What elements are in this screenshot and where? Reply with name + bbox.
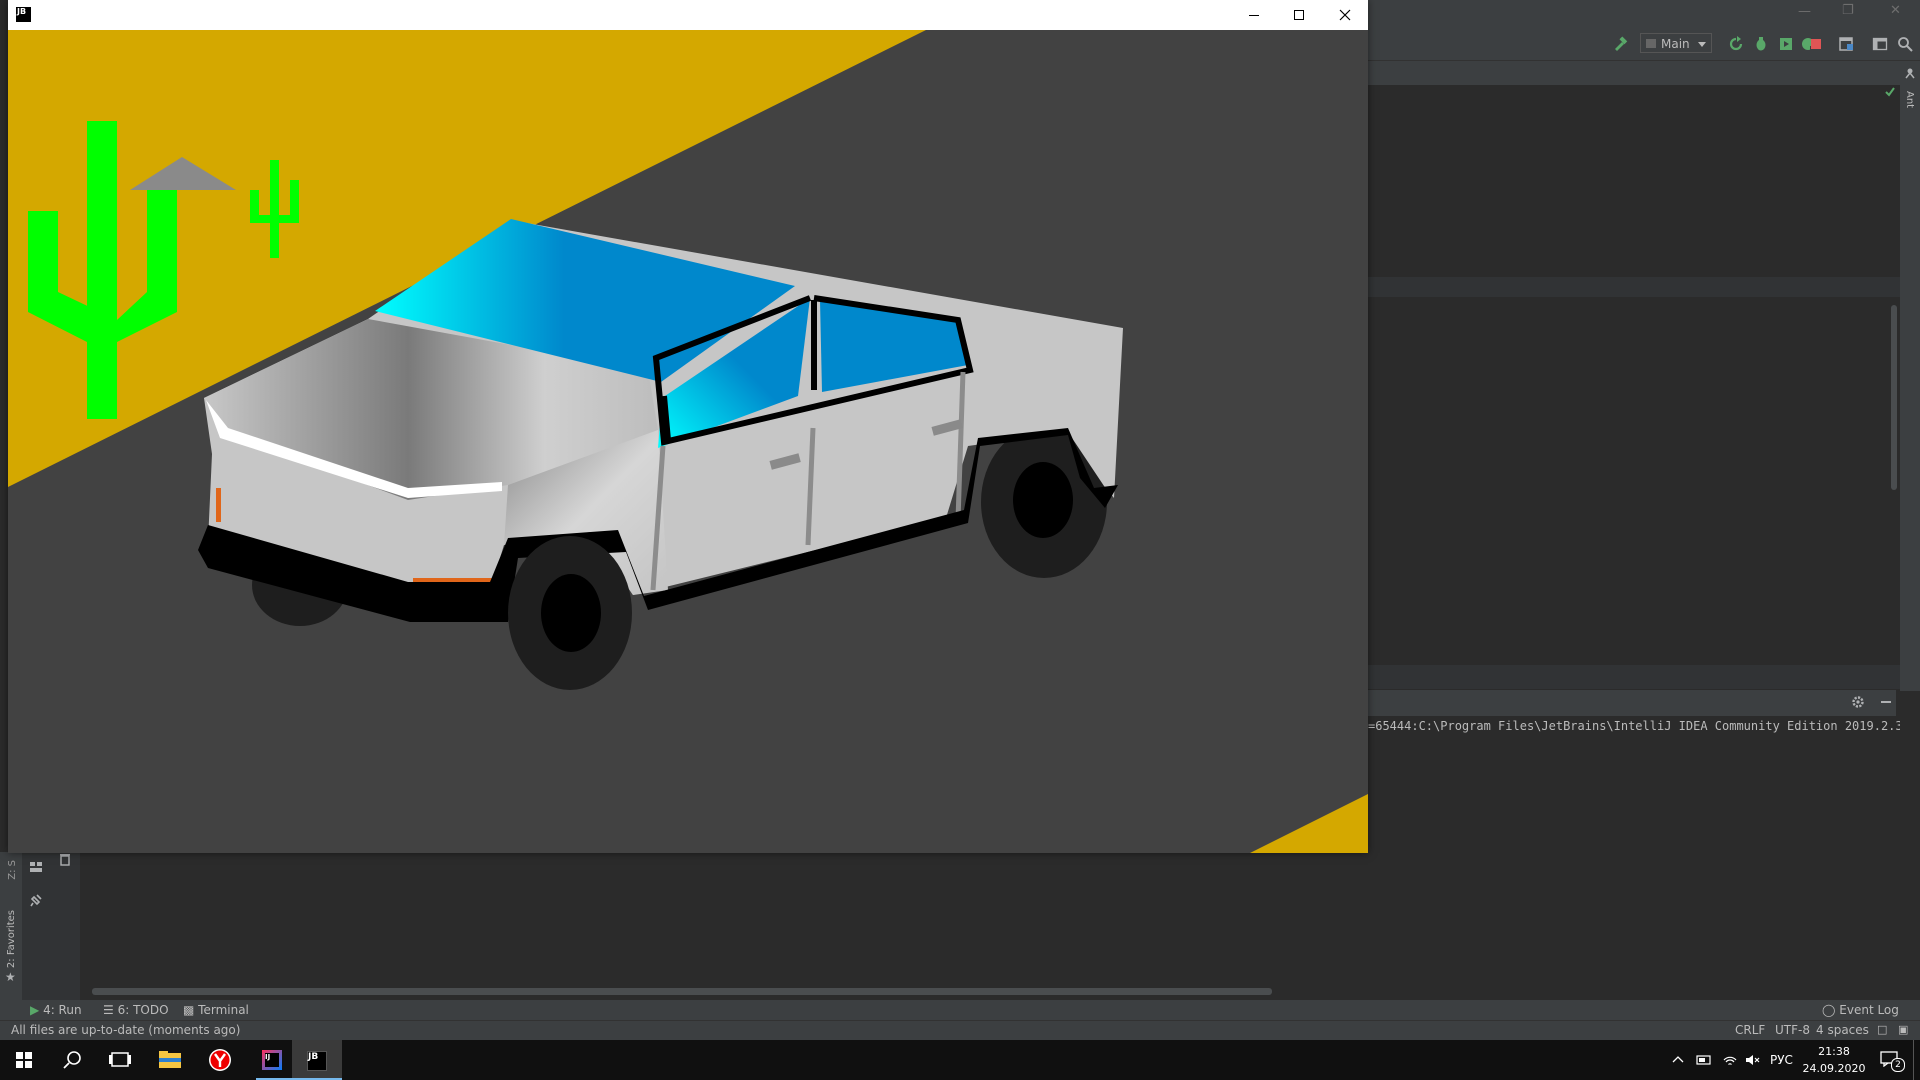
structure-tool-tab[interactable]: Z: S (7, 860, 18, 880)
show-desktop-button[interactable] (1913, 1040, 1914, 1080)
drawing-canvas (8, 30, 1368, 853)
checkmark-icon (1885, 87, 1895, 97)
build-hammer-icon[interactable] (1612, 36, 1628, 52)
run-config-icon (1646, 39, 1656, 48)
ide-restore-icon[interactable]: ❐ (1842, 3, 1854, 18)
windows-taskbar: IJ JB РУС 21:38 24.09.2020 2 (0, 1040, 1920, 1080)
unlock-icon[interactable]: □ (1877, 1023, 1887, 1036)
hub-left-front (541, 574, 601, 652)
jb-logo-icon: JB (16, 7, 31, 22)
hide-panel-icon[interactable] (1879, 695, 1893, 709)
status-bar: All files are up-to-date (moments ago) C… (0, 1020, 1920, 1040)
memory-indicator-icon[interactable]: ▣ (1898, 1023, 1908, 1036)
windows-start-icon[interactable] (0, 1040, 48, 1080)
pin-icon[interactable] (29, 893, 43, 907)
editor-divider (1368, 277, 1900, 297)
status-message: All files are up-to-date (moments ago) (11, 1023, 241, 1037)
file-explorer-icon[interactable] (146, 1040, 194, 1080)
hub-right-rear (1013, 462, 1073, 538)
layout-icon[interactable] (1872, 36, 1888, 52)
task-view-icon[interactable] (96, 1040, 144, 1080)
event-log-button[interactable]: ◯ Event Log (1822, 1003, 1899, 1017)
bumper-marker-orange (413, 578, 493, 582)
indent-widget[interactable]: 4 spaces (1816, 1023, 1869, 1037)
editor-tab-bar (1368, 61, 1900, 85)
jb-logo-text: JB (17, 7, 27, 16)
speech-bubble-icon: ◯ (1822, 1003, 1836, 1017)
jb-app-icon: JB (307, 1051, 327, 1071)
app-title-bar[interactable]: JB (8, 0, 1368, 30)
tab-todo[interactable]: ☰ 6: TODO (103, 1003, 169, 1017)
clock-time: 21:38 (1818, 1045, 1850, 1058)
run-coverage-icon[interactable] (1778, 36, 1794, 52)
wifi-icon[interactable] (1722, 1052, 1738, 1068)
tab-run[interactable]: ▶ 4: Run (30, 1003, 82, 1017)
layout-grid-icon[interactable] (29, 860, 43, 874)
list-icon: ☰ (103, 1003, 114, 1017)
gear-icon[interactable] (1851, 695, 1865, 709)
tool-window-bar: ▶ 4: Run ☰ 6: TODO ▩ Terminal ◯ Event Lo… (0, 1000, 1920, 1020)
minimize-icon[interactable] (1248, 9, 1260, 21)
right-tool-strip (1900, 61, 1920, 691)
intellij-icon-text: IJ (265, 1053, 279, 1067)
maximize-icon[interactable] (1293, 9, 1305, 21)
battery-icon[interactable] (1696, 1053, 1712, 1067)
volume-muted-icon[interactable] (1744, 1052, 1760, 1068)
side-marker-orange (216, 488, 221, 522)
jb-app-taskbar-button[interactable]: JB (292, 1040, 342, 1080)
project-structure-icon[interactable] (1838, 36, 1854, 52)
run-toolbar (22, 852, 80, 1000)
search-taskbar-icon[interactable] (48, 1040, 96, 1080)
star-icon: ★ (5, 970, 16, 984)
ant-tool-tab[interactable]: Ant (1904, 91, 1915, 108)
run-tool-header (1368, 690, 1896, 716)
event-log-label: Event Log (1839, 1003, 1899, 1017)
run-config-label: Main (1661, 37, 1690, 51)
play-icon: ▶ (30, 1003, 40, 1017)
clock[interactable]: 21:38 24.09.2020 (1790, 1043, 1878, 1077)
trash-icon[interactable] (58, 852, 72, 866)
console-hscrollbar[interactable] (92, 988, 1272, 995)
yandex-browser-icon[interactable] (196, 1040, 244, 1080)
ide-close-icon[interactable]: ✕ (1890, 3, 1901, 18)
ide-title-bar (1368, 0, 1920, 26)
tab-todo-label: 6: TODO (117, 1003, 169, 1017)
intellij-icon: IJ (262, 1050, 282, 1070)
editor-scrollbar[interactable] (1891, 305, 1897, 490)
ide-minimize-icon[interactable]: — (1798, 4, 1811, 19)
ant-icon[interactable] (1903, 66, 1917, 80)
app-window: JB (8, 0, 1368, 853)
clock-date: 24.09.2020 (1802, 1062, 1866, 1075)
favorites-tool-tab[interactable]: 2: Favorites (6, 910, 17, 968)
notification-badge: 2 (1891, 1058, 1905, 1072)
action-center-button[interactable]: 2 (1878, 1048, 1905, 1072)
run-configuration-select[interactable]: Main (1640, 33, 1712, 53)
chevron-up-icon[interactable] (1672, 1054, 1684, 1066)
panel-splitter[interactable] (1368, 665, 1900, 689)
encoding-widget[interactable]: UTF-8 (1775, 1023, 1810, 1037)
line-separator-widget[interactable]: CRLF (1735, 1023, 1765, 1037)
intellij-taskbar-button[interactable]: IJ (250, 1040, 298, 1080)
close-icon[interactable] (1339, 9, 1351, 21)
tab-terminal-label: Terminal (198, 1003, 249, 1017)
tab-terminal[interactable]: ▩ Terminal (183, 1003, 249, 1017)
rerun-icon[interactable] (1728, 36, 1744, 52)
console-output-line: =65444:C:\Program Files\JetBrains\Intell… (1368, 719, 1900, 733)
debug-bug-icon[interactable] (1753, 36, 1769, 52)
tab-run-label: 4: Run (43, 1003, 82, 1017)
search-icon[interactable] (1897, 36, 1913, 52)
chevron-down-icon (1698, 42, 1706, 47)
terminal-icon: ▩ (183, 1003, 195, 1017)
stop-icon[interactable] (1808, 36, 1824, 52)
